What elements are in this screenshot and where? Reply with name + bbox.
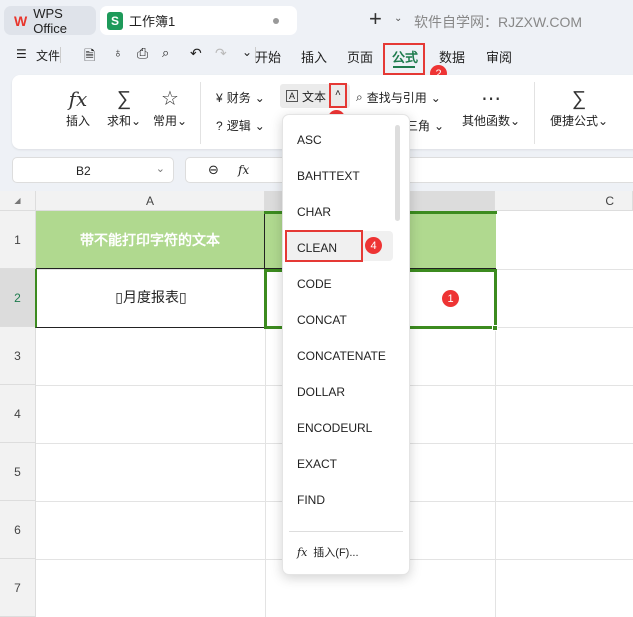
text-icon: A bbox=[286, 90, 299, 102]
logic-button[interactable]: ? 逻辑 ⌄ bbox=[216, 117, 265, 134]
tab-review[interactable]: 审阅 bbox=[486, 47, 512, 66]
dropdown-divider bbox=[289, 531, 403, 532]
print-preview-icon[interactable]: ⌕ bbox=[162, 45, 169, 61]
math-trig-button[interactable]: 三角 ⌄ bbox=[406, 117, 444, 134]
insert-function-button[interactable]: fx 插入 bbox=[58, 86, 98, 129]
redo-icon[interactable]: ↷ bbox=[215, 45, 227, 62]
step-badge-4: 4 bbox=[365, 237, 382, 254]
tab-home[interactable]: 开始 bbox=[255, 47, 281, 66]
name-box[interactable]: B2 ⌄ bbox=[12, 157, 174, 183]
fx-icon: fx bbox=[68, 87, 88, 111]
row-header-3[interactable]: 3 bbox=[0, 327, 36, 385]
cell-a1-text: 带不能打印字符的文本 bbox=[36, 211, 265, 269]
chevron-down-icon: ⌄ bbox=[155, 163, 165, 175]
function-code[interactable]: CODE bbox=[297, 277, 332, 291]
fx-icon: fx bbox=[297, 546, 308, 559]
function-bahttext[interactable]: BAHTTEXT bbox=[297, 169, 360, 183]
row-header-4[interactable]: 4 bbox=[0, 385, 36, 443]
dropdown-scrollbar[interactable] bbox=[395, 125, 400, 221]
row-header-6[interactable]: 6 bbox=[0, 501, 36, 559]
row-header-1[interactable]: 1 bbox=[0, 211, 36, 269]
more-chevron-icon[interactable]: ⌄ bbox=[242, 45, 252, 59]
print-icon[interactable]: ⎙ bbox=[137, 45, 148, 62]
tab-page[interactable]: 页面 bbox=[347, 47, 373, 66]
function-find[interactable]: FIND bbox=[297, 493, 325, 507]
star-icon: ☆ bbox=[161, 88, 179, 110]
highlight-box-clean bbox=[285, 230, 363, 262]
highlight-box-formulas bbox=[383, 43, 425, 75]
sigma-icon: ∑ bbox=[116, 88, 132, 110]
autosum-button[interactable]: ∑ 求和⌄ bbox=[104, 86, 144, 129]
wps-logo-icon: W bbox=[14, 12, 28, 29]
cell-a2[interactable]: ▯月度报表▯ bbox=[35, 269, 266, 328]
other-functions-button[interactable]: ⋯ 其他函数⌄ bbox=[460, 86, 522, 129]
function-concatenate[interactable]: CONCATENATE bbox=[297, 349, 386, 363]
function-exact[interactable]: EXACT bbox=[297, 457, 337, 471]
finance-button[interactable]: ¥ 财务 ⌄ bbox=[216, 89, 265, 106]
workbook-tab[interactable]: S 工作簿1 bbox=[100, 6, 297, 35]
lookup-icon: ⌕ bbox=[356, 90, 363, 104]
row-header-5[interactable]: 5 bbox=[0, 443, 36, 501]
step-badge-1: 1 bbox=[442, 290, 459, 307]
undo-icon[interactable]: ↶ bbox=[190, 45, 202, 62]
select-all-corner[interactable]: ◢ bbox=[0, 191, 36, 211]
function-asc[interactable]: ASC bbox=[297, 133, 322, 147]
function-dollar[interactable]: DOLLAR bbox=[297, 385, 345, 399]
lookup-button[interactable]: ⌕ 查找与引用 ⌄ bbox=[356, 89, 441, 106]
tab-data[interactable]: 数据 bbox=[439, 47, 465, 66]
doc-tab-label: 工作簿1 bbox=[129, 14, 176, 29]
unsaved-dot-icon bbox=[273, 17, 279, 24]
function-concat[interactable]: CONCAT bbox=[297, 313, 347, 327]
function-char[interactable]: CHAR bbox=[297, 205, 331, 219]
column-header-a[interactable]: A bbox=[36, 191, 265, 211]
wps-office-tab[interactable]: W WPS Office bbox=[4, 5, 96, 36]
share-icon[interactable]: ♁ bbox=[113, 45, 123, 60]
fx-icon[interactable]: fx bbox=[238, 163, 249, 177]
row-header-7[interactable]: 7 bbox=[0, 559, 36, 617]
text-functions-dropdown: ASC BAHTTEXT CHAR CLEAN CODE CONCAT CONC… bbox=[282, 114, 410, 575]
quick-sigma-icon: ∑ bbox=[571, 88, 587, 110]
file-menu[interactable]: 文件 bbox=[36, 47, 60, 64]
fill-handle[interactable] bbox=[492, 325, 498, 331]
common-functions-button[interactable]: ☆ 常用⌄ bbox=[150, 86, 190, 129]
logic-icon: ? bbox=[216, 118, 223, 133]
watermark-text: 软件自学网：RJZXW.COM bbox=[414, 14, 582, 30]
column-header-c[interactable]: C bbox=[495, 191, 633, 211]
sheet-icon: S bbox=[107, 11, 123, 30]
tab-insert[interactable]: 插入 bbox=[301, 47, 327, 66]
menu-icon[interactable]: ☰ bbox=[16, 47, 27, 61]
finance-icon: ¥ bbox=[216, 90, 223, 105]
app-tab-label: WPS Office bbox=[33, 5, 67, 36]
zoom-icon[interactable]: ⊖ bbox=[208, 162, 219, 178]
more-functions-icon: ⋯ bbox=[481, 88, 501, 110]
highlight-box-text-chevron bbox=[329, 83, 347, 108]
chevron-down-icon[interactable]: ⌄ bbox=[394, 13, 402, 24]
save-icon[interactable]: 🗎 bbox=[84, 45, 95, 69]
new-tab-button[interactable]: + bbox=[369, 6, 382, 32]
row-header-2[interactable]: 2 bbox=[0, 269, 36, 327]
function-encodeurl[interactable]: ENCODEURL bbox=[297, 421, 372, 435]
insert-function-item[interactable]: fx 插入(F)... bbox=[297, 544, 359, 560]
quick-formula-button[interactable]: ∑ 便捷公式⌄ bbox=[548, 86, 610, 129]
